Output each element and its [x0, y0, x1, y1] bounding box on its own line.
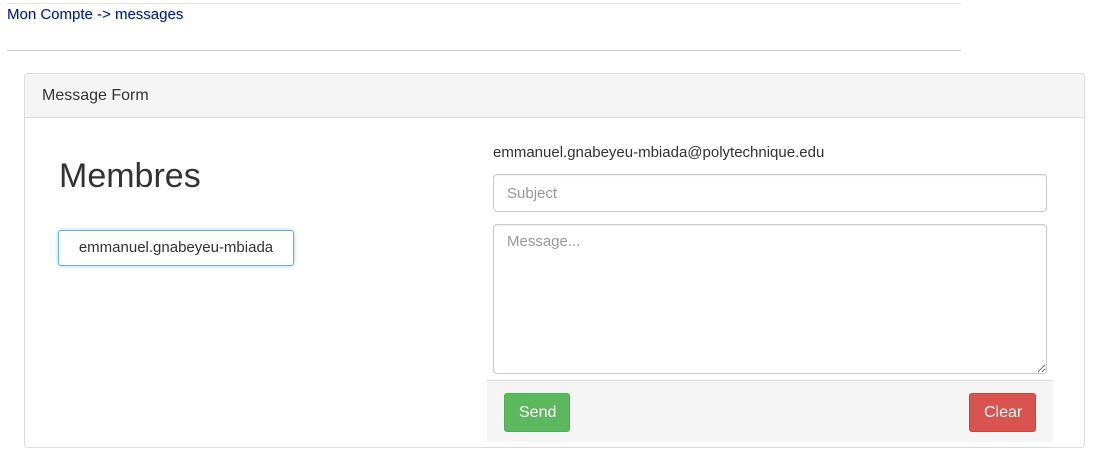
breadcrumb-link[interactable]: Mon Compte -> messages — [7, 6, 183, 23]
panel-heading: Message Form — [25, 74, 1084, 118]
members-title: Membres — [59, 157, 201, 195]
header-divider — [7, 50, 961, 51]
clear-button[interactable]: Clear — [969, 393, 1036, 432]
member-item[interactable]: emmanuel.gnabeyeu-mbiada — [58, 230, 294, 266]
message-form-panel: Message Form Membres emmanuel.gnabeyeu-m… — [24, 73, 1085, 448]
form-footer: Send Clear — [487, 380, 1053, 442]
subject-input[interactable] — [493, 174, 1047, 212]
send-button[interactable]: Send — [504, 393, 570, 432]
top-divider — [7, 3, 961, 4]
recipient-email: emmanuel.gnabeyeu-mbiada@polytechnique.e… — [493, 144, 825, 161]
message-textarea[interactable] — [493, 224, 1047, 374]
